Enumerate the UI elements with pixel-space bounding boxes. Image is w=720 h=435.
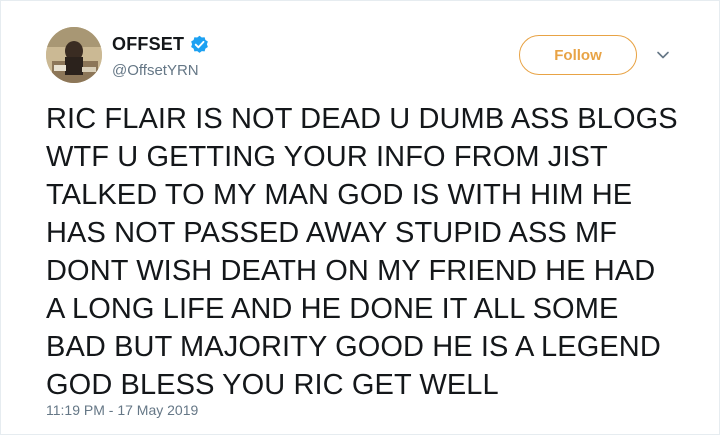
- follow-button[interactable]: Follow: [519, 35, 637, 75]
- avatar[interactable]: [46, 27, 102, 83]
- author-name-row: OFFSET: [112, 34, 209, 55]
- verified-badge-icon: [190, 35, 209, 54]
- tweet-card: OFFSET @OffsetYRN Follow RIC FLAIR IS NO…: [0, 0, 720, 435]
- avatar-image: [46, 27, 102, 83]
- tweet-timestamp[interactable]: 11:19 PM - 17 May 2019: [46, 402, 198, 418]
- display-name[interactable]: OFFSET: [112, 34, 184, 55]
- tweet-text: RIC FLAIR IS NOT DEAD U DUMB ASS BLOGS W…: [46, 103, 678, 401]
- chevron-down-icon[interactable]: [655, 47, 671, 63]
- user-handle[interactable]: @OffsetYRN: [112, 62, 199, 79]
